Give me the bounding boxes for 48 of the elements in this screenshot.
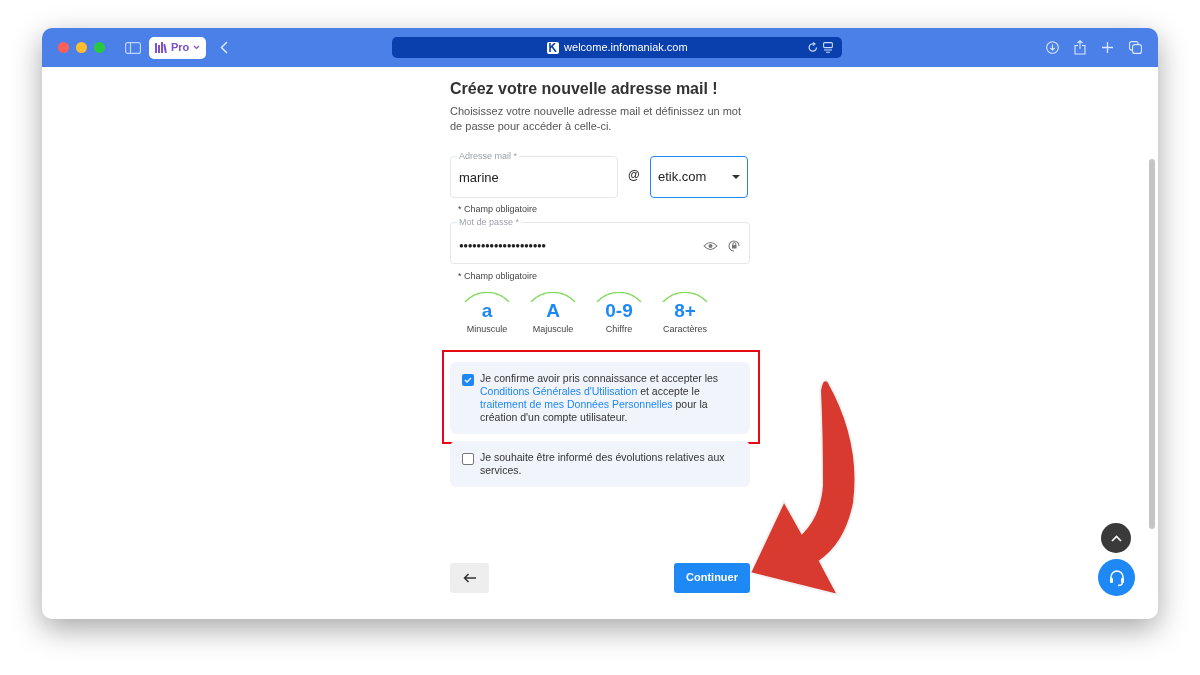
consent-text: Je confirme avoir pris connaissance et accepter les Conditions Générales d'Utilisation et accepte le traitement de mes Données Personnelles pour la création d'un compte utilisateur. — [480, 371, 720, 424]
address-bar[interactable]: welcome.infomaniak.com — [392, 37, 843, 58]
strength-caption: Minuscule — [466, 323, 508, 336]
field-value: marine — [459, 169, 499, 188]
site-logo-icon — [547, 41, 560, 54]
profile-button[interactable]: Pro — [149, 36, 207, 59]
back-button[interactable] — [450, 562, 489, 593]
reload-icon[interactable] — [808, 42, 819, 53]
scroll-top-button[interactable] — [1101, 523, 1131, 553]
required-note: * Champ obligatoire — [458, 271, 539, 282]
strength-symbol: A — [546, 302, 560, 320]
chevron-up-icon — [1110, 534, 1122, 542]
field-label: Mot de passe * — [457, 217, 522, 227]
books-icon — [155, 42, 167, 53]
continue-button[interactable]: Continuer — [674, 562, 750, 593]
check-icon — [464, 376, 472, 383]
share-icon[interactable] — [1074, 40, 1086, 55]
download-icon[interactable] — [1046, 41, 1059, 54]
at-sign: @ — [628, 167, 640, 184]
strength-caption: Caractères — [663, 323, 707, 336]
arrow-left-icon — [462, 572, 477, 583]
support-button[interactable] — [1098, 559, 1135, 596]
strength-symbol: 0-9 — [605, 302, 633, 320]
eye-icon[interactable] — [703, 241, 718, 251]
page-subtitle: Choisissez votre nouvelle adresse mail et définissez un mot de passe pour accéder à celle-ci. — [450, 104, 743, 134]
chevron-down-icon — [193, 45, 201, 50]
domain-select[interactable]: etik.com — [650, 156, 748, 198]
checkbox[interactable] — [462, 373, 474, 386]
lock-refresh-icon[interactable] — [727, 239, 741, 253]
field-label: Adresse mail * — [457, 151, 520, 161]
headset-icon — [1107, 568, 1126, 587]
field-value: ●●●●●●●●●●●●●●●●●●●● — [459, 240, 547, 252]
reader-icon[interactable] — [823, 42, 834, 53]
strength-symbol: 8+ — [674, 302, 696, 320]
back-icon[interactable] — [220, 41, 229, 54]
tabs-icon[interactable] — [1129, 41, 1142, 54]
scrollbar-thumb[interactable] — [1149, 159, 1155, 529]
strength-caption: Majuscule — [532, 323, 574, 336]
checkbox[interactable] — [462, 452, 474, 465]
sidebar-icon[interactable] — [125, 41, 141, 54]
dropdown-caret-icon — [732, 175, 740, 179]
strength-caption: Chiffre — [605, 323, 633, 336]
consent-text: Je souhaite être informé des évolutions relatives aux services. — [480, 450, 726, 477]
url-text: welcome.infomaniak.com — [564, 40, 688, 56]
plus-icon[interactable] — [1102, 42, 1113, 53]
required-note: * Champ obligatoire — [458, 204, 539, 215]
page-title: Créez votre nouvelle adresse mail ! — [450, 79, 719, 99]
strength-symbol: a — [481, 302, 493, 320]
